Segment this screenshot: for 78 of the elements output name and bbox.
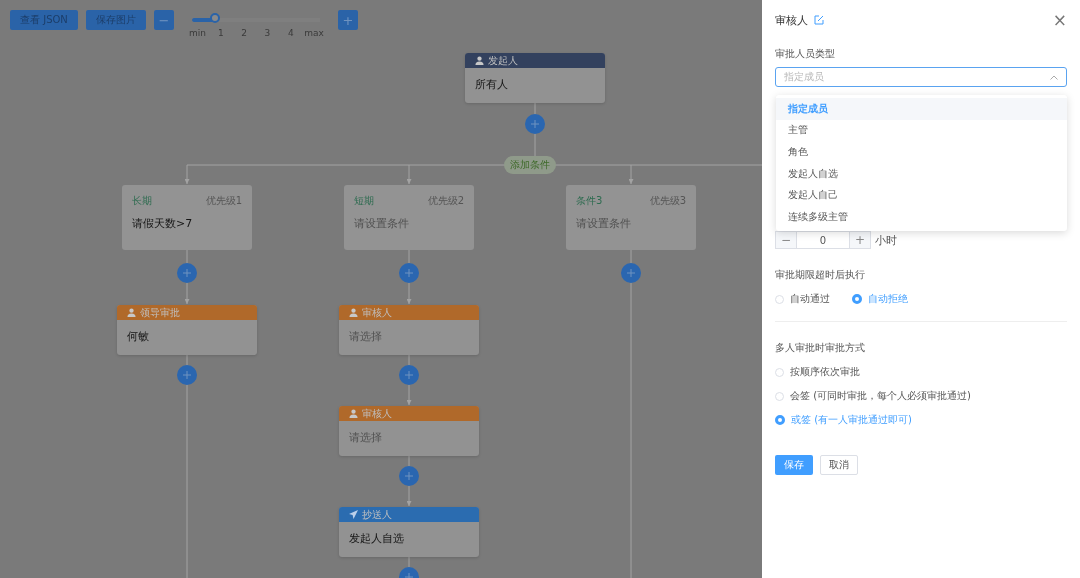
zoom-out-button[interactable]: − [153, 10, 174, 30]
condition-text: 请设置条件 [576, 216, 631, 231]
plus-icon [183, 269, 191, 277]
radio-label: 自动通过 [790, 292, 830, 306]
node-title: 发起人 [488, 53, 518, 68]
plus-icon [405, 371, 413, 379]
add-node-button[interactable] [399, 466, 419, 486]
dropdown-option[interactable]: 连续多级主管 [776, 205, 1067, 228]
add-node-button[interactable] [525, 114, 545, 134]
node-value: 所有人 [475, 78, 508, 91]
plus-icon [627, 269, 635, 277]
condition-text: 请设置条件 [354, 216, 409, 231]
tick-label: min [188, 28, 207, 38]
radio-label: 按顺序依次审批 [790, 365, 860, 379]
tick-label: 4 [286, 28, 295, 38]
tick-label: 1 [216, 28, 225, 38]
unit-label: 小时 [875, 232, 897, 248]
save-button[interactable]: 保存 [775, 455, 813, 475]
tick-label: 2 [240, 28, 248, 38]
condition-title: 长期 [132, 194, 152, 208]
plus-icon [405, 472, 413, 480]
node-title: 抄送人 [362, 507, 392, 522]
slider-thumb[interactable] [210, 13, 221, 23]
radio-label: 自动拒绝 [868, 292, 908, 306]
node-title: 审核人 [362, 305, 392, 320]
zoom-in-button[interactable]: + [337, 10, 358, 30]
close-button[interactable]: × [1052, 12, 1067, 28]
dropdown-option[interactable]: 发起人自己 [776, 184, 1067, 206]
dropdown-option[interactable]: 指定成员 [776, 98, 1067, 120]
flow-node[interactable]: 审核人 请选择 [339, 406, 479, 456]
plus-icon [531, 120, 539, 128]
flow-node[interactable]: 审核人 请选择 [339, 305, 479, 355]
add-condition-button[interactable]: 添加条件 [504, 156, 556, 174]
radio-option[interactable]: 按顺序依次审批 [775, 365, 1067, 379]
cancel-button[interactable]: 取消 [820, 455, 858, 475]
decrement-button[interactable]: − [775, 231, 797, 249]
radio-label: 或签 (有一人审批通过即可) [791, 413, 912, 427]
plus-icon [405, 269, 413, 277]
flow-node[interactable]: 发起人 所有人 [465, 53, 605, 103]
node-value: 请选择 [349, 431, 382, 444]
condition-text: 请假天数>7 [132, 216, 193, 231]
add-node-button[interactable] [399, 365, 419, 385]
person-icon [475, 56, 484, 65]
hours-input[interactable]: 0 [797, 231, 849, 249]
drawer-title: 审核人 [775, 12, 808, 28]
field-label: 审批期限超时后执行 [775, 268, 866, 282]
radio-option[interactable]: 自动拒绝 [852, 292, 908, 306]
add-node-button[interactable] [621, 263, 641, 283]
radio-option[interactable]: 会签 (可同时审批，每个人必须审批通过) [775, 389, 1067, 403]
radio-option[interactable]: 自动通过 [775, 292, 830, 306]
flow-node[interactable]: 抄送人 发起人自选 [339, 507, 479, 557]
radio-option[interactable]: 或签 (有一人审批通过即可) [775, 413, 1067, 427]
add-node-button[interactable] [177, 263, 197, 283]
tick-label: max [303, 28, 325, 38]
node-title: 领导审批 [140, 305, 180, 320]
condition-title: 条件3 [576, 194, 603, 208]
approver-type-select[interactable]: 指定成员 [775, 67, 1067, 87]
person-icon [349, 308, 358, 317]
plus-icon [183, 371, 191, 379]
flow-node[interactable]: 领导审批 何敏 [117, 305, 257, 355]
add-node-button[interactable] [399, 263, 419, 283]
dropdown-option[interactable]: 角色 [776, 141, 1067, 163]
node-title: 审核人 [362, 406, 392, 421]
dropdown-option[interactable]: 主管 [776, 119, 1067, 142]
increment-button[interactable]: + [849, 231, 871, 249]
add-node-button[interactable] [177, 365, 197, 385]
radio-label: 会签 (可同时审批，每个人必须审批通过) [790, 389, 971, 403]
edit-icon[interactable] [814, 15, 824, 25]
node-value: 发起人自选 [349, 532, 404, 545]
person-icon [127, 308, 136, 317]
dropdown-option[interactable]: 发起人自选 [776, 162, 1067, 185]
field-label: 审批人员类型 [775, 47, 836, 61]
node-value: 何敏 [127, 330, 149, 343]
field-label: 多人审批时审批方式 [775, 341, 866, 355]
send-icon [349, 510, 358, 519]
condition-title: 短期 [354, 194, 374, 208]
node-value: 请选择 [349, 330, 382, 343]
person-icon [349, 409, 358, 418]
